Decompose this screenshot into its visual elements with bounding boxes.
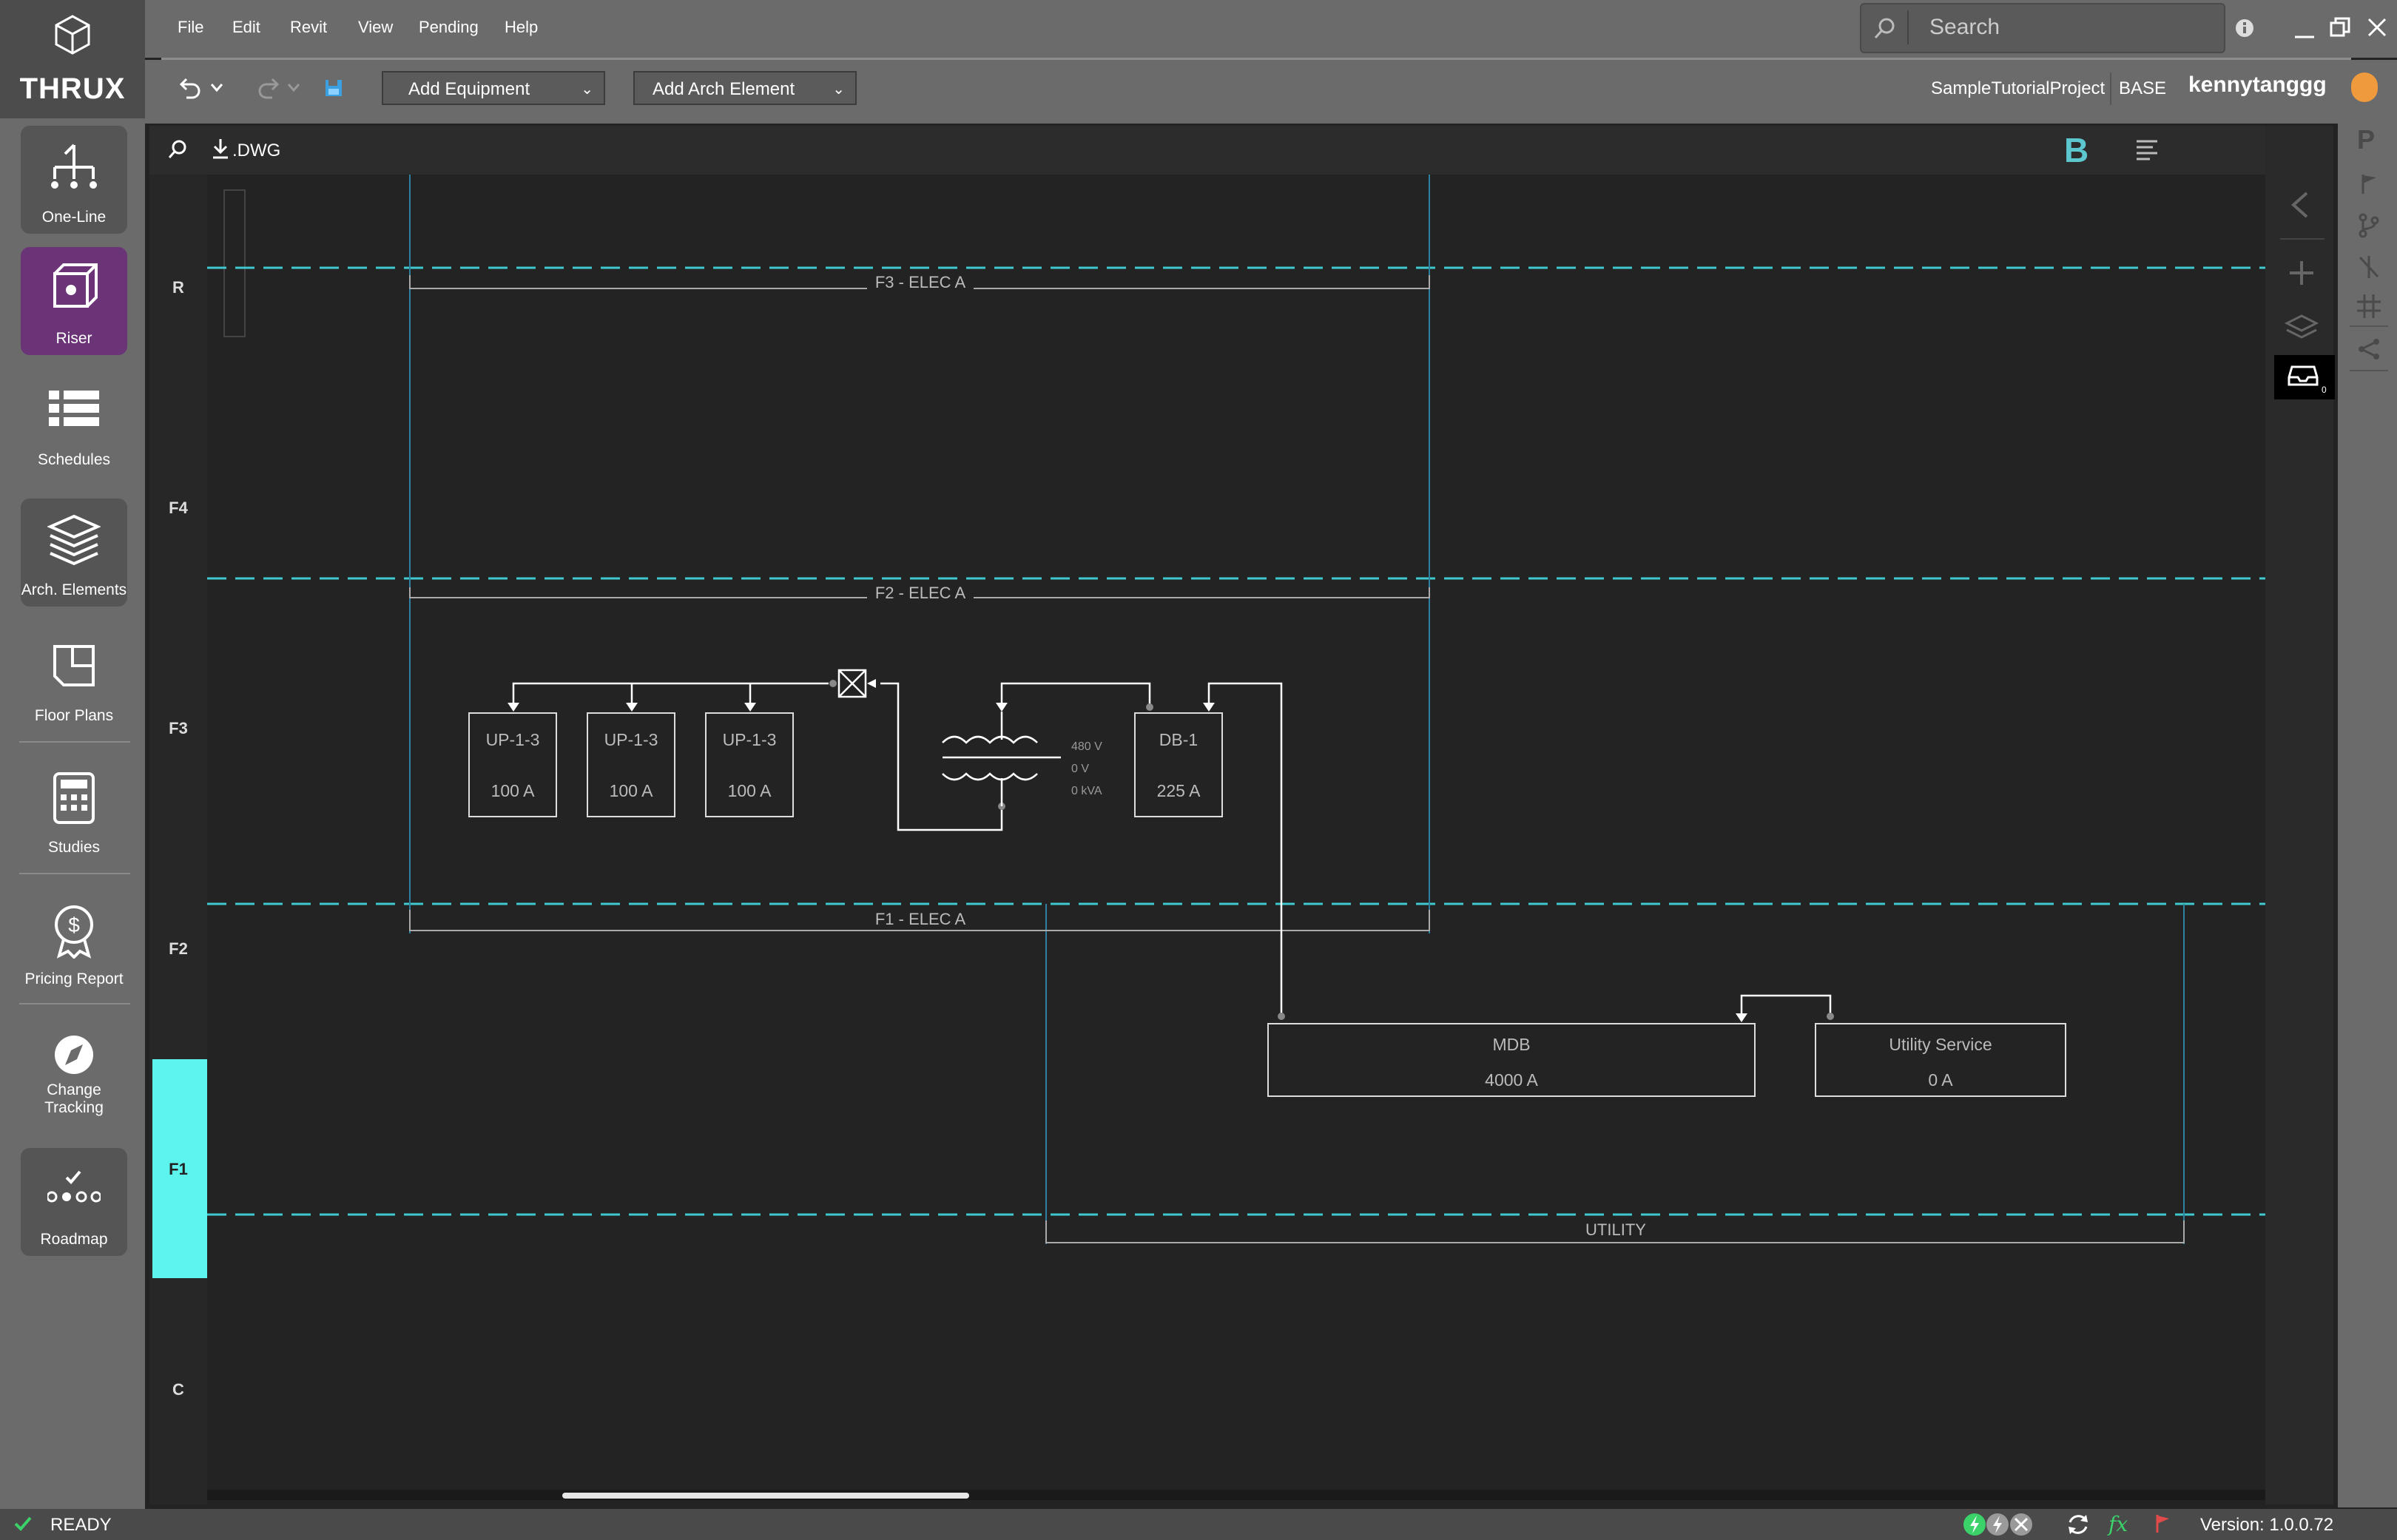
room-label-f1[interactable]: F1 - ELEC A xyxy=(875,910,966,928)
equipment-name: MDB xyxy=(1492,1035,1530,1054)
riser-diagram: F3 - ELEC A F2 - ELEC A F1 - ELEC A UTIL… xyxy=(207,175,2265,1244)
flag-icon[interactable] xyxy=(2360,173,2379,195)
strip-divider xyxy=(2350,325,2388,327)
equipment-rating: 100 A xyxy=(610,781,653,800)
equipment-name: UP-1-3 xyxy=(723,730,777,749)
sync-icon[interactable] xyxy=(2066,1512,2091,1537)
chevron-left-icon[interactable] xyxy=(2289,191,2311,219)
flag-icon[interactable] xyxy=(2154,1513,2172,1534)
equipment-name: DB-1 xyxy=(1159,730,1198,749)
transformer-secondary: 0 V xyxy=(1071,763,1089,775)
formula-icon[interactable]: fx xyxy=(2108,1512,2128,1536)
room-label-f3[interactable]: F3 - ELEC A xyxy=(875,273,966,291)
layers-icon[interactable] xyxy=(2285,314,2319,343)
branch-icon[interactable] xyxy=(2357,213,2381,238)
transformer-kva: 0 kVA xyxy=(1071,785,1102,797)
room-label-utility[interactable]: UTILITY xyxy=(1585,1220,1646,1239)
equipment-rating: 225 A xyxy=(1157,781,1201,800)
status-bar xyxy=(0,1509,2397,1540)
horizontal-scroll-thumb[interactable] xyxy=(562,1493,969,1499)
equipment-rating: 100 A xyxy=(728,781,772,800)
inbox-icon xyxy=(2288,365,2319,386)
panel-up-2[interactable] xyxy=(587,712,675,817)
equipment-rating: 4000 A xyxy=(1485,1070,1538,1090)
inbox-count: 0 xyxy=(2322,385,2327,395)
panel-db-1[interactable] xyxy=(1134,712,1223,817)
add-icon[interactable] xyxy=(2288,259,2316,287)
room-brackets xyxy=(409,275,2185,1243)
transformer-symbol[interactable] xyxy=(942,712,1061,806)
room-bounds xyxy=(409,175,2185,1244)
version-text: Version: 1.0.0.72 xyxy=(2200,1515,2334,1535)
panel-up-1[interactable] xyxy=(468,712,557,817)
connection-status-icons[interactable] xyxy=(1962,1512,2036,1537)
share-nodes-icon[interactable] xyxy=(2357,337,2381,361)
p-icon[interactable]: P xyxy=(2357,124,2375,155)
cut-wire-icon[interactable] xyxy=(2357,254,2381,280)
wire-arrows xyxy=(508,679,1747,1022)
equipment-name: UP-1-3 xyxy=(486,730,540,749)
horizontal-scrollbar[interactable] xyxy=(207,1490,2265,1500)
equipment-rating: 100 A xyxy=(491,781,535,800)
panel-up-3[interactable] xyxy=(705,712,794,817)
breaker-symbol[interactable] xyxy=(837,669,867,698)
transformer-voltage: 480 V xyxy=(1071,740,1102,753)
equipment-name: Utility Service xyxy=(1889,1035,1992,1054)
room-label-f2[interactable]: F2 - ELEC A xyxy=(875,584,966,602)
equipment-name: UP-1-3 xyxy=(604,730,658,749)
wire-nodes xyxy=(829,680,1834,1020)
panel-divider xyxy=(2280,238,2324,240)
equipment-rating: 0 A xyxy=(1928,1070,1953,1090)
strip-divider xyxy=(2350,370,2388,371)
status-text: READY xyxy=(50,1515,112,1535)
check-icon xyxy=(14,1516,32,1531)
grid-icon[interactable] xyxy=(2356,293,2382,320)
